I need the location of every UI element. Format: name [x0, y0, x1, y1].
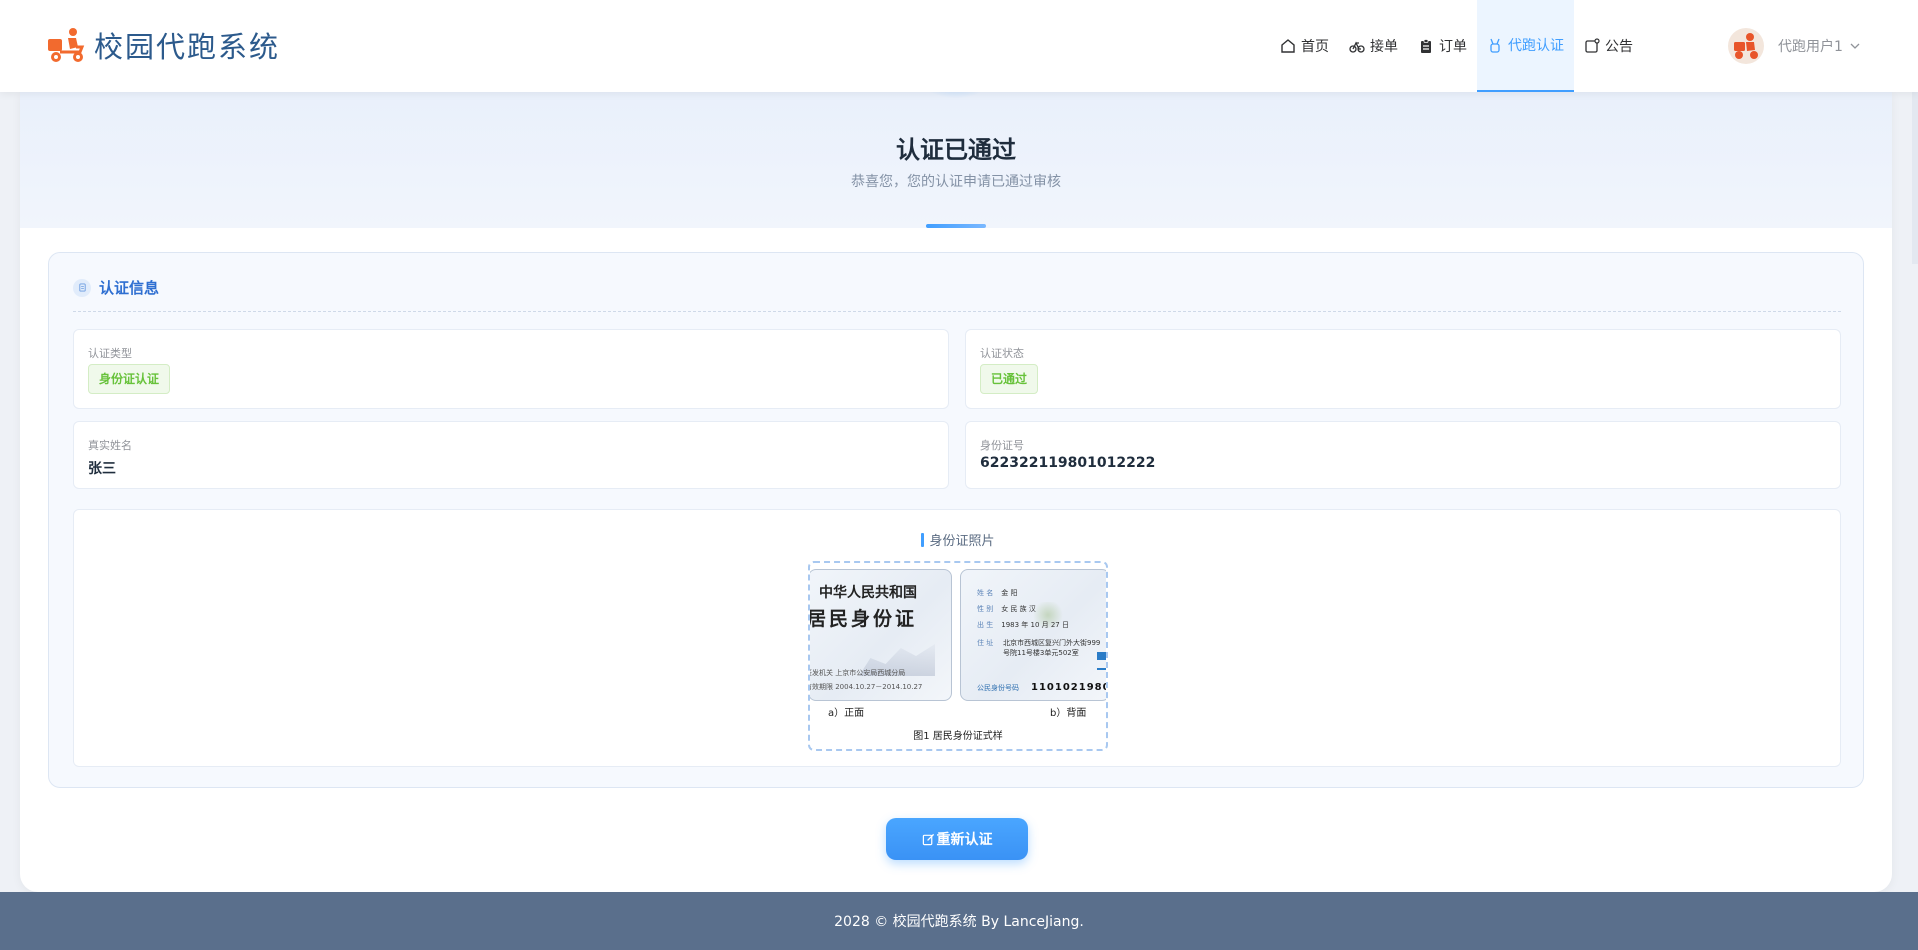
id-caption-back: b）背面 — [1050, 708, 1087, 719]
nav-orders[interactable]: 订单 — [1408, 0, 1477, 92]
medal-icon — [1490, 38, 1500, 53]
cert-type-label: 认证类型 — [88, 347, 132, 360]
recertify-label: 重新认证 — [936, 832, 993, 848]
user-menu[interactable]: 代跑用户1 — [1728, 28, 1861, 64]
cert-status-label: 认证状态 — [980, 347, 1024, 360]
id-back-name-key: 姓 名 — [977, 589, 994, 597]
top-header: 校园代跑系统 首页 接单 订单 代跑认证 公告 代跑用户1 — [0, 0, 1918, 92]
id-number-value: 622322119801012222 — [980, 455, 1156, 471]
real-name-label: 真实姓名 — [88, 439, 132, 452]
delivery-scooter-icon — [48, 28, 85, 62]
id-back-birth-key: 出 生 — [977, 621, 994, 629]
field-id-number: 身份证号 622322119801012222 — [965, 421, 1841, 489]
id-figure-caption: 图1 居民身份证式样 — [913, 731, 1003, 742]
avatar — [1728, 28, 1764, 64]
result-subtitle: 恭喜您，您的认证申请已通过审核 — [851, 174, 1061, 190]
chevron-down-icon — [1850, 43, 1860, 49]
id-back-address-key: 住 址 — [977, 639, 994, 647]
certification-info-section: 认证信息 认证类型 身份证认证 认证状态 已通过 真实姓名 张三 身份证号 62… — [48, 252, 1864, 788]
id-back-birth-value: 1983 年 10 月 27 日 — [1001, 621, 1069, 629]
id-back-gender-value: 女 民 族 汉 — [1001, 605, 1036, 613]
success-glow — [916, 92, 996, 98]
recertify-button[interactable]: 重新认证 — [886, 818, 1028, 860]
nav-take-order[interactable]: 接单 — [1339, 0, 1408, 92]
nav-take-order-label: 接单 — [1370, 39, 1398, 55]
home-icon — [1281, 39, 1295, 53]
nav-orders-label: 订单 — [1439, 39, 1467, 55]
nav-home-label: 首页 — [1301, 39, 1329, 55]
certification-result-card: 认证已通过 恭喜您，您的认证申请已通过审核 认证信息 认证类型 身份证认证 认证… — [20, 92, 1892, 892]
id-back-number-value: 110102198010 — [1031, 682, 1106, 693]
notice-icon — [1585, 38, 1600, 53]
id-front-validity: 有效期限 2004.10.27－2014.10.27 — [808, 683, 923, 691]
id-caption-front: a）正面 — [828, 708, 865, 719]
clipboard-icon — [1421, 39, 1431, 53]
id-back-number-key: 公民身份号码 — [977, 684, 1019, 692]
page-footer: 2028 © 校园代跑系统 By LanceJiang. — [0, 892, 1918, 950]
cert-status-badge: 已通过 — [980, 364, 1039, 394]
edit-icon — [922, 833, 934, 845]
page-scrollbar[interactable] — [1912, 92, 1918, 264]
field-real-name: 真实姓名 张三 — [73, 421, 949, 489]
id-back-stripe-thin — [1097, 668, 1106, 670]
id-back-stripe — [1097, 652, 1106, 660]
main-nav: 首页 接单 订单 代跑认证 公告 — [1270, 0, 1643, 92]
result-banner: 认证已通过 恭喜您，您的认证申请已通过审核 — [20, 92, 1892, 228]
id-back-gender-key: 性 别 — [977, 605, 994, 613]
id-card-back: 姓 名金 阳 性 别女 民 族 汉 出 生 1983 年 10 月 27 日 住 … — [960, 569, 1106, 701]
id-back-name-value: 金 阳 — [1001, 589, 1018, 597]
nav-notice[interactable]: 公告 — [1574, 0, 1643, 92]
footer-copyright: 2028 © 校园代跑系统 By LanceJiang. — [834, 914, 1084, 930]
avatar-delivery-icon — [1734, 33, 1758, 59]
bike-icon — [1349, 41, 1365, 53]
user-name: 代跑用户1 — [1778, 39, 1843, 55]
id-number-label: 身份证号 — [980, 439, 1024, 452]
nav-runner-certification[interactable]: 代跑认证 — [1477, 0, 1574, 92]
real-name-value: 张三 — [88, 461, 116, 477]
document-icon — [73, 278, 91, 297]
field-cert-type: 认证类型 身份证认证 — [73, 329, 949, 409]
id-photo-panel: 身份证照片 中华人民共和国 居民身份证 签发机关 上京市公安局西城分局 有效期限… — [73, 509, 1841, 767]
title-underline — [926, 224, 986, 228]
id-front-title: 居民身份证 — [808, 608, 918, 630]
id-card-image[interactable]: 中华人民共和国 居民身份证 签发机关 上京市公安局西城分局 有效期限 2004.… — [808, 561, 1108, 751]
id-card-front: 中华人民共和国 居民身份证 签发机关 上京市公安局西城分局 有效期限 2004.… — [808, 569, 952, 701]
id-front-authority: 签发机关 上京市公安局西城分局 — [808, 669, 906, 677]
section-divider — [73, 311, 1841, 312]
field-cert-status: 认证状态 已通过 — [965, 329, 1841, 409]
section-header: 认证信息 — [73, 277, 159, 298]
id-photo-title: 身份证照片 — [74, 530, 1842, 549]
nav-runner-certification-label: 代跑认证 — [1508, 38, 1564, 54]
nav-notice-label: 公告 — [1605, 39, 1633, 55]
cert-type-tag: 身份证认证 — [88, 364, 171, 394]
id-back-address-value: 北京市西城区复兴门外大街999号院11号楼3单元502室 — [1003, 639, 1101, 657]
app-title: 校园代跑系统 — [94, 30, 281, 64]
app-logo[interactable]: 校园代跑系统 — [46, 24, 280, 66]
result-title: 认证已通过 — [896, 136, 1016, 164]
id-photo-title-text: 身份证照片 — [929, 534, 995, 549]
section-title: 认证信息 — [99, 279, 160, 297]
nav-home[interactable]: 首页 — [1270, 0, 1339, 92]
id-front-heading: 中华人民共和国 — [819, 585, 917, 601]
